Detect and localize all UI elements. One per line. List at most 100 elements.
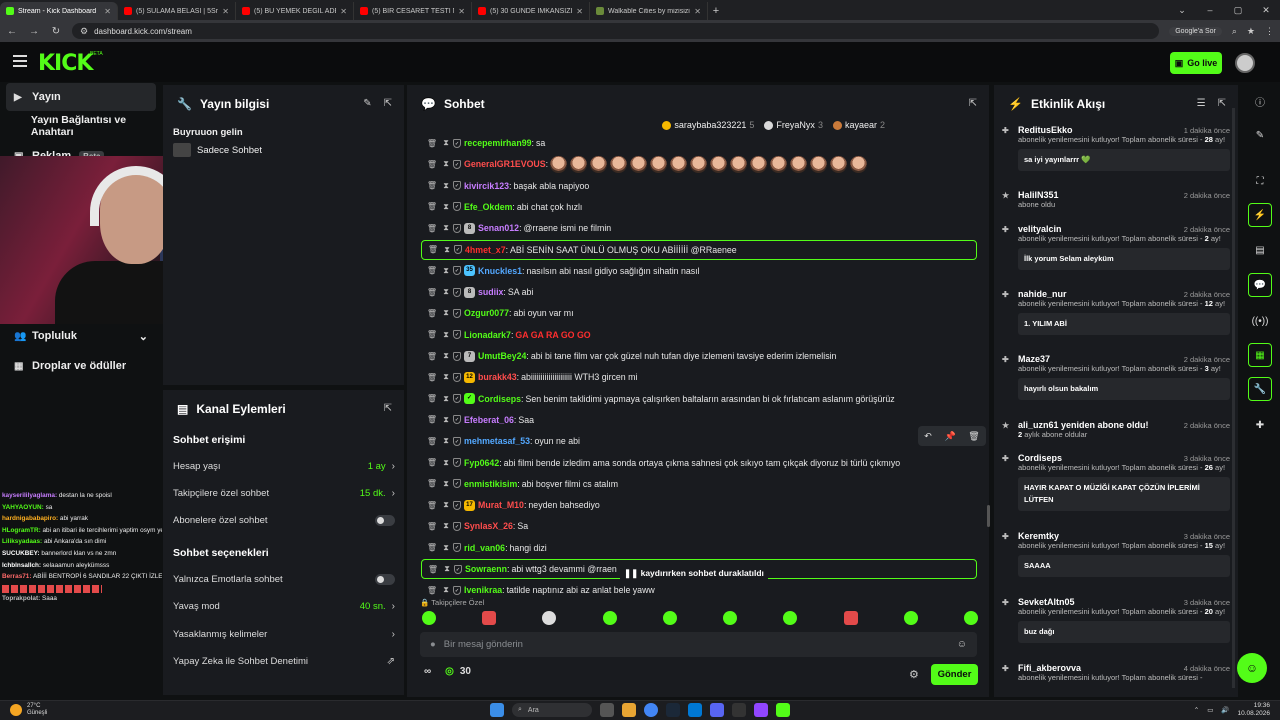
network-icon[interactable]: ▭ bbox=[1207, 706, 1213, 714]
menu-dots-icon[interactable]: ⋮ bbox=[1265, 26, 1274, 37]
chat-username[interactable]: sudiix bbox=[478, 287, 503, 297]
edit-icon[interactable]: ✎ bbox=[1248, 123, 1272, 147]
quick-emote-icon[interactable] bbox=[723, 611, 738, 625]
chat-username[interactable]: enmistikisim bbox=[464, 479, 517, 489]
chat-username[interactable]: kivircik123 bbox=[464, 181, 509, 191]
timeout-icon[interactable]: ⧗ bbox=[439, 223, 453, 233]
chat-username[interactable]: GeneralGR1EVOUS bbox=[464, 159, 546, 169]
timeout-icon[interactable]: ⧗ bbox=[439, 308, 453, 318]
timeout-icon[interactable]: ⧗ bbox=[439, 415, 453, 425]
browser-tab[interactable]: Stream - Kick Dashboard ✕ bbox=[0, 2, 118, 20]
row-banned-words[interactable]: Yasaklanmış kelimeler › bbox=[173, 625, 395, 643]
app-icon[interactable] bbox=[688, 703, 702, 717]
obs-icon[interactable] bbox=[732, 703, 746, 717]
delete-icon[interactable]: 🗑 bbox=[425, 160, 439, 169]
taskbar-search[interactable]: ⌕ Ara bbox=[512, 703, 592, 717]
chat-username[interactable]: Fyp0642 bbox=[464, 458, 499, 468]
tab-close-icon[interactable]: ✕ bbox=[104, 7, 111, 16]
clock[interactable]: 19:36 10.08.2026 bbox=[1237, 702, 1270, 718]
delete-icon[interactable]: 🗑 bbox=[425, 522, 439, 531]
emoji-icon[interactable]: ☺ bbox=[957, 639, 967, 650]
delete-icon[interactable]: 🗑 bbox=[425, 352, 439, 361]
info-icon[interactable]: ⓘ bbox=[1248, 89, 1272, 113]
pin-icon[interactable]: 📌 bbox=[944, 431, 955, 442]
chat-username[interactable]: rid_van06 bbox=[464, 543, 505, 553]
hamburger-menu-icon[interactable] bbox=[13, 55, 27, 67]
activity-user[interactable]: ★ ali_uzn61 yeniden abone oldu! bbox=[1002, 420, 1149, 430]
minimize-icon[interactable]: – bbox=[1196, 0, 1224, 20]
timeout-icon[interactable]: ⧗ bbox=[439, 372, 453, 382]
timeout-icon[interactable]: ⧗ bbox=[439, 330, 453, 340]
delete-icon[interactable]: 🗑 bbox=[425, 181, 439, 190]
chat-username[interactable]: Sowraenn bbox=[465, 564, 507, 574]
crop-icon[interactable]: ⛶ bbox=[1248, 169, 1272, 193]
chat-username[interactable]: Knuckles1 bbox=[478, 266, 522, 276]
timeout-icon[interactable]: ⧗ bbox=[439, 287, 453, 297]
delete-icon[interactable]: 🗑 bbox=[425, 501, 439, 510]
emote-only-toggle[interactable] bbox=[375, 573, 395, 585]
timeout-icon[interactable]: ⧗ bbox=[439, 266, 453, 276]
chat-settings-icon[interactable]: ⚙ bbox=[909, 668, 919, 681]
broadcast-icon[interactable]: ((•)) bbox=[1248, 309, 1272, 333]
browser-tab[interactable]: (5) SULAMA BELASI | 5Sriders |✕ bbox=[118, 2, 236, 20]
chat-username[interactable]: 4hmet_x7 bbox=[465, 245, 506, 255]
chat-username[interactable]: Lionadark7 bbox=[464, 330, 511, 340]
tab-close-icon[interactable]: ✕ bbox=[458, 7, 465, 16]
maximize-icon[interactable]: ▢ bbox=[1224, 0, 1252, 20]
chat-username[interactable]: Ozgur0077 bbox=[464, 308, 509, 318]
timeout-icon[interactable]: ⧗ bbox=[439, 181, 453, 191]
quick-emote-icon[interactable] bbox=[662, 611, 677, 625]
chat-username[interactable]: Murat_M10 bbox=[478, 500, 524, 510]
task-view-icon[interactable] bbox=[600, 703, 614, 717]
edit-icon[interactable]: ✎ bbox=[363, 98, 371, 109]
timeout-icon[interactable]: ⧗ bbox=[439, 138, 453, 148]
chat-username[interactable]: Efe_Okdem bbox=[464, 202, 512, 212]
chrome-icon[interactable] bbox=[644, 703, 658, 717]
nav-item-topluluk[interactable]: 👥 Topluluk ⌄ bbox=[6, 322, 154, 350]
chat-username[interactable]: Senan012 bbox=[478, 223, 519, 233]
browser-tab[interactable]: (5) 30 GÜNDE İMKANSIZI BAŞA✕ bbox=[472, 2, 590, 20]
url-field[interactable]: ⚙ dashboard.kick.com/stream bbox=[72, 23, 1160, 39]
bookmark-star-icon[interactable]: ★ bbox=[1247, 26, 1255, 37]
quick-emote-icon[interactable] bbox=[843, 611, 858, 625]
activity-user[interactable]: ✚ nahide_nur bbox=[1002, 289, 1067, 299]
delete-icon[interactable]: 🗑 bbox=[425, 330, 439, 339]
windows-start-icon[interactable] bbox=[490, 703, 504, 717]
activity-scrollbar[interactable] bbox=[1232, 108, 1235, 688]
new-tab-button[interactable]: + bbox=[708, 2, 724, 20]
quick-emote-icon[interactable] bbox=[422, 611, 436, 625]
chat-username[interactable]: UmutBey24 bbox=[478, 351, 526, 361]
timeout-icon[interactable]: ⧗ bbox=[439, 458, 453, 468]
delete-icon[interactable]: 🗑 bbox=[968, 431, 979, 442]
delete-icon[interactable]: 🗑 bbox=[425, 266, 439, 275]
delete-icon[interactable]: 🗑 bbox=[425, 373, 439, 382]
delete-icon[interactable]: 🗑 bbox=[425, 224, 439, 233]
wrench-icon[interactable]: 🔧 bbox=[1248, 377, 1272, 401]
delete-icon[interactable]: 🗑 bbox=[425, 394, 439, 403]
chat-username[interactable]: burakk43 bbox=[478, 372, 517, 382]
document-icon[interactable]: ▤ bbox=[1248, 238, 1272, 262]
user-avatar[interactable] bbox=[1235, 53, 1255, 73]
chat-username[interactable]: Cordiseps bbox=[478, 394, 521, 404]
chat-username[interactable]: Efeberat_06 bbox=[464, 415, 514, 425]
timeout-icon[interactable]: ⧗ bbox=[439, 521, 453, 531]
reload-icon[interactable]: ↻ bbox=[50, 26, 62, 37]
chat-username[interactable]: mehmetasaf_53 bbox=[464, 436, 530, 446]
timeout-icon[interactable]: ⧗ bbox=[440, 245, 454, 255]
tray-chevron-icon[interactable]: ⌃ bbox=[1194, 706, 1199, 714]
quick-emote-icon[interactable] bbox=[963, 611, 978, 625]
top-gifter[interactable]: kayaear 2 bbox=[832, 120, 885, 130]
row-account-age[interactable]: Hesap yaşı 1 ay › bbox=[173, 457, 395, 475]
nav-item-yayin[interactable]: ▶ Yayın bbox=[6, 83, 156, 111]
tab-close-icon[interactable]: ✕ bbox=[340, 7, 347, 16]
viewers-icon[interactable]: ∞ bbox=[424, 666, 431, 677]
activity-user[interactable]: ✚ Cordiseps bbox=[1002, 453, 1062, 463]
delete-icon[interactable]: 🗑 bbox=[426, 245, 440, 254]
volume-icon[interactable]: 🔊 bbox=[1221, 706, 1229, 714]
delete-icon[interactable]: 🗑 bbox=[425, 202, 439, 211]
chat-username[interactable]: recepemirhan99 bbox=[464, 138, 531, 148]
tab-search-icon[interactable]: ⌄ bbox=[1168, 0, 1196, 20]
popout-icon[interactable]: ⇱ bbox=[384, 98, 392, 109]
delete-icon[interactable]: 🗑 bbox=[425, 139, 439, 148]
delete-icon[interactable]: 🗑 bbox=[425, 586, 439, 595]
